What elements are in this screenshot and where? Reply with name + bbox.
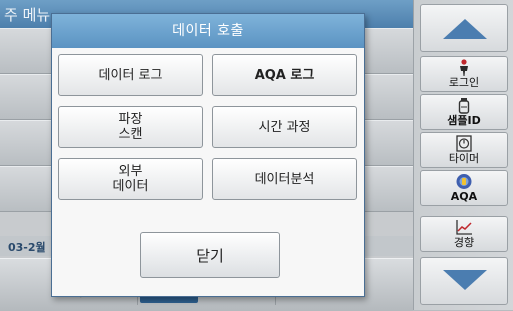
sample-bottle-icon [421,97,507,114]
external-data-button[interactable]: 외부 데이터 [58,158,203,200]
data-analysis-button[interactable]: 데이터분석 [212,158,357,200]
aqa-log-button[interactable]: AQA 로그 [212,54,357,96]
dialog-title-bar: 데이터 호출 [52,14,364,48]
right-sidebar: 로그인 샘플ID 타이머 AQA 경향 [413,0,513,310]
time-course-button[interactable]: 시간 과정 [212,106,357,148]
sidebar-item-label: 로그인 [448,76,480,89]
main-menu-title: 주 메뉴 [4,6,51,24]
arrow-up-icon [443,19,487,39]
data-recall-dialog: 데이터 호출 데이터 로그 AQA 로그 파장 스캔 시간 과정 외부 데이터 … [51,13,365,297]
trend-button[interactable]: 경향 [420,216,508,252]
data-log-button[interactable]: 데이터 로그 [58,54,203,96]
sidebar-item-label: AQA [450,190,478,203]
timer-icon [421,135,507,152]
wavelength-scan-button[interactable]: 파장 스캔 [58,106,203,148]
aqa-button[interactable]: AQA [420,170,508,206]
status-date: 03-2월 [8,241,46,254]
scroll-up-button[interactable] [420,4,508,52]
aqa-icon [421,173,507,190]
timer-button[interactable]: 타이머 [420,132,508,168]
login-button[interactable]: 로그인 [420,56,508,92]
trend-chart-icon [421,219,507,236]
sample-id-button[interactable]: 샘플ID [420,94,508,130]
arrow-down-icon [443,270,487,290]
person-icon [421,59,507,76]
sidebar-item-label: 타이머 [448,152,480,165]
dialog-title: 데이터 호출 [172,23,244,39]
scroll-down-button[interactable] [420,257,508,305]
close-button[interactable]: 닫기 [140,232,280,278]
sidebar-item-label: 경향 [453,236,475,249]
sidebar-item-label: 샘플ID [447,114,481,127]
